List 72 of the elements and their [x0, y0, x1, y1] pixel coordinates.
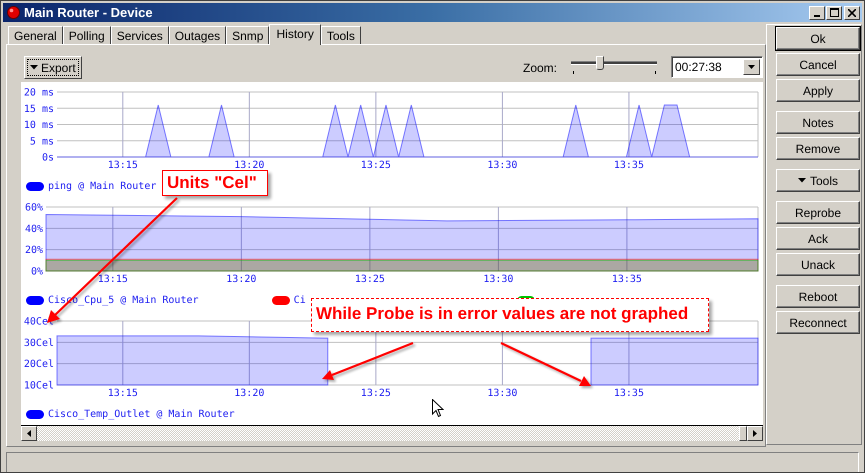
action-button[interactable]: Tools: [776, 169, 860, 192]
tab[interactable]: Outages: [168, 26, 226, 44]
y-tick-label: 20 ms: [24, 88, 54, 98]
action-button[interactable]: Notes: [776, 111, 860, 134]
tab[interactable]: Tools: [320, 26, 361, 44]
export-button[interactable]: Export: [24, 56, 82, 79]
x-tick-label: 13:25: [360, 160, 391, 171]
caret-icon: [748, 65, 755, 69]
y-tick-label: 20%: [24, 245, 43, 256]
y-tick-label: 15 ms: [24, 104, 54, 115]
callout-tooltip: While Probe is in error values are not graphed: [311, 298, 710, 332]
x-tick-label: 13:35: [612, 274, 642, 285]
x-tick-label: 13:30: [483, 274, 514, 285]
zoom-label: Zoom:: [522, 61, 557, 75]
right-arrow-icon: [753, 430, 757, 437]
window-title: Main Router - Device: [24, 5, 153, 20]
x-tick-label: 13:35: [614, 160, 644, 171]
y-tick-label: 10Cel: [24, 380, 54, 392]
y-tick-label: 20Cel: [24, 359, 54, 370]
x-tick-label: 13:25: [360, 388, 391, 399]
zoom-slider[interactable]: [571, 56, 657, 76]
action-button[interactable]: Apply: [776, 79, 860, 102]
action-button[interactable]: Reboot: [776, 285, 860, 308]
mouse-cursor-icon: [432, 399, 444, 418]
action-button[interactable]: Unack: [776, 253, 860, 276]
action-button[interactable]: Cancel: [776, 53, 860, 76]
x-tick-label: 13:20: [234, 388, 264, 399]
x-tick-label: 13:30: [487, 160, 518, 171]
x-tick-label: 13:15: [108, 160, 138, 171]
left-arrow-icon: [27, 430, 31, 437]
maximize-icon: [830, 8, 838, 17]
y-tick-label: 60%: [24, 202, 43, 214]
maximize-button[interactable]: [826, 6, 842, 20]
action-button[interactable]: Remove: [776, 137, 860, 160]
time-combo[interactable]: 00:27:38: [671, 56, 763, 78]
legend-label: Ci: [294, 294, 306, 306]
scroll-right-button[interactable]: [747, 426, 763, 441]
ball-icon: [7, 6, 20, 19]
tab[interactable]: History: [269, 24, 321, 45]
action-button[interactable]: Ok: [776, 27, 860, 50]
tab[interactable]: General: [8, 26, 63, 44]
x-tick-label: 13:15: [108, 388, 138, 399]
horizontal-scrollbar[interactable]: [21, 425, 763, 441]
tab[interactable]: Snmp: [226, 26, 270, 44]
x-tick-label: 13:25: [354, 274, 385, 285]
y-tick-label: 30Cel: [24, 338, 54, 349]
close-icon: [848, 8, 856, 16]
tab[interactable]: Polling: [62, 26, 111, 44]
x-tick-label: 13:35: [614, 388, 644, 399]
action-button[interactable]: Reconnect: [776, 311, 860, 334]
x-tick-label: 13:15: [98, 274, 128, 285]
x-tick-label: 13:20: [226, 274, 256, 285]
caret-icon: [798, 178, 806, 183]
callout-tooltip: Units "Cel": [162, 170, 268, 196]
caret-icon: [30, 65, 38, 70]
minimize-icon: [814, 14, 820, 16]
legend-label: Cisco_Temp_Outlet @ Main Router: [48, 408, 235, 420]
y-tick-label: 10 ms: [24, 120, 54, 131]
action-button[interactable]: Reprobe: [776, 201, 860, 224]
y-tick-label: 40%: [24, 224, 43, 235]
y-tick-label: 5 ms: [30, 136, 54, 148]
x-tick-label: 13:30: [487, 388, 518, 399]
action-button[interactable]: Ack: [776, 227, 860, 250]
minimize-button[interactable]: [809, 6, 825, 20]
scroll-left-button[interactable]: [21, 426, 37, 441]
y-tick-label: 0%: [30, 266, 43, 278]
legend-label: ping @ Main Router: [48, 180, 156, 192]
scroll-thumb[interactable]: [739, 426, 747, 441]
y-tick-label: 0s: [42, 152, 54, 164]
tab[interactable]: Services: [110, 26, 169, 44]
close-button[interactable]: [844, 6, 860, 20]
x-tick-label: 13:20: [234, 160, 264, 171]
